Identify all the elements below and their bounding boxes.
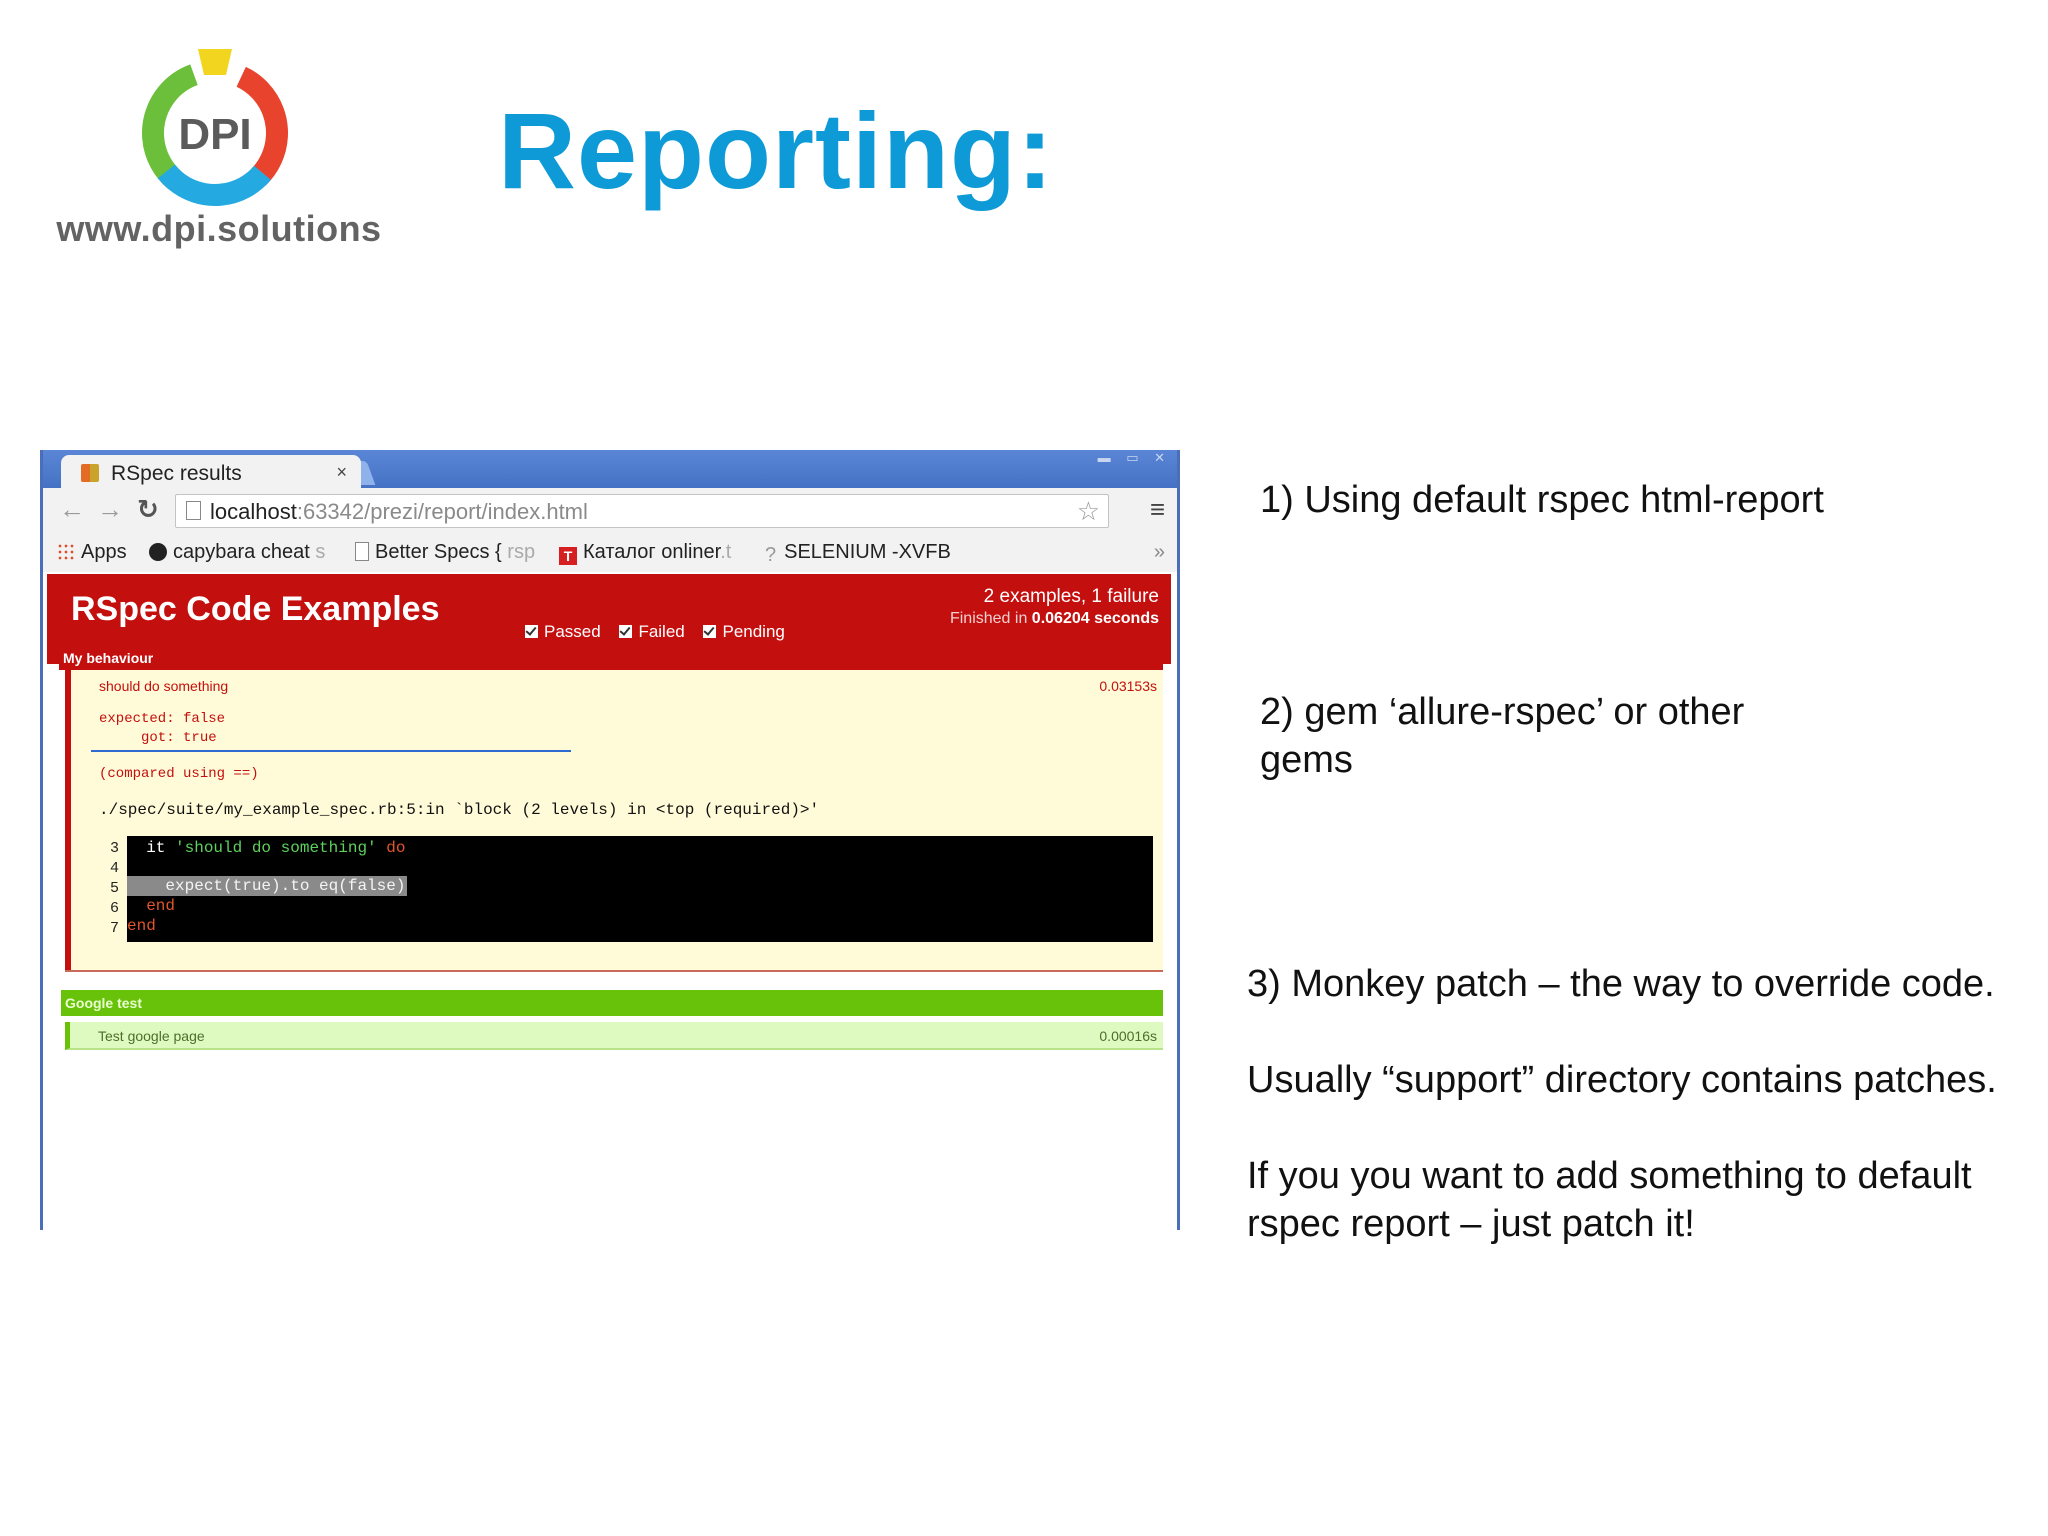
compared-using: (compared using ==) [99,766,259,782]
example-name: Test google page [98,1028,205,1044]
rspec-report: RSpec Code Examples Passed Failed Pendin… [43,572,1177,1230]
forward-arrow-icon[interactable]: → [97,494,123,525]
menu-icon[interactable]: ≡ [1150,494,1165,525]
code-line-6: end [127,897,176,915]
group-header-google-test[interactable]: Google test [61,990,1163,1016]
backtrace: ./spec/suite/my_example_spec.rb:5:in `bl… [99,801,820,819]
failed-example: should do something 0.03153s expected: f… [65,670,1163,970]
bookmark-better-specs[interactable]: Better Specs { rsp [355,541,535,564]
code-line-5-highlighted: expect(true).to eq(false) [127,876,408,896]
back-arrow-icon[interactable]: ← [59,494,85,525]
pending-checkbox[interactable] [703,625,717,638]
group-divider [65,970,1163,972]
page-icon [186,501,201,520]
note-patch-report: If you you want to add something to defa… [1247,1155,1972,1245]
example-duration: 0.00016s [1099,1028,1157,1044]
bookmarks-bar: Apps capybara cheat s Better Specs { rsp… [43,532,1177,573]
browser-titlebar: RSpec results × ▬ ▭ ✕ [43,450,1177,488]
bookmark-onliner[interactable]: T Каталог onliner.t [559,541,731,565]
address-bar[interactable]: localhost:63342/prezi/report/index.html … [175,494,1109,528]
bookmark-apps[interactable]: Apps [57,541,127,564]
logo-text: DPI [178,110,251,159]
tab-rspec-results[interactable]: RSpec results × [61,455,361,488]
rspec-favicon-icon [81,464,99,482]
code-line-7: end [127,917,156,935]
pending-filter-label: Pending [722,622,785,641]
dpi-logo: DPI [142,49,288,206]
failed-checkbox[interactable] [619,625,633,638]
logo-url: www.dpi.solutions [56,208,382,249]
group-header-my-behaviour[interactable]: My behaviour [59,646,1163,670]
note-default-report: 1) Using default rspec html-report [1260,479,1824,521]
reload-icon[interactable]: ↻ [137,494,159,525]
page-icon [355,542,369,561]
code-line-3: it 'should do something' do [127,839,406,857]
tab-title: RSpec results [111,462,242,485]
github-icon [149,543,167,561]
bookmark-selenium[interactable]: ? SELENIUM -XVFB [765,541,951,567]
example-duration: 0.03153s [1099,678,1157,694]
message-divider [91,750,571,752]
passed-example: Test google page 0.00016s [65,1022,1163,1050]
report-filters: Passed Failed Pending [511,622,785,642]
bookmark-star-icon[interactable]: ☆ [1077,496,1100,527]
url-text[interactable]: localhost:63342/prezi/report/index.html [210,499,588,525]
browser-toolbar: ← → ↻ localhost:63342/prezi/report/index… [43,488,1177,532]
report-title: RSpec Code Examples [71,590,440,628]
code-snippet: 3 4 5 6 7 it 'should do something' do ex… [110,836,1153,942]
onliner-icon: T [559,547,577,565]
bookmark-capybara[interactable]: capybara cheat s [149,541,325,564]
bookmarks-more-icon[interactable]: » [1154,541,1165,564]
examples-count: 2 examples, 1 failure [983,586,1159,607]
failed-filter-label: Failed [638,622,685,641]
finished-time: Finished in 0.06204 seconds [949,610,1159,627]
passed-filter-label: Passed [544,622,601,641]
example-name: should do something [99,678,229,694]
report-summary: 2 examples, 1 failure Finished in 0.0620… [950,586,1159,628]
note-support-directory: Usually “support” directory contains pat… [1247,1059,1997,1101]
failure-message: expected: false got: true [99,711,226,746]
note-monkey-patch: 3) Monkey patch – the way to override co… [1247,963,1995,1005]
passed-checkbox[interactable] [525,625,538,638]
window-controls[interactable]: ▬ ▭ ✕ [1098,450,1171,466]
note-allure-gem: 2) gem ‘allure-rspec’ or other gems [1260,691,1745,781]
apps-grid-icon [57,543,75,561]
snippet-line-numbers: 3 4 5 6 7 [109,840,119,937]
tab-close-icon[interactable]: × [336,462,347,483]
question-icon: ? [765,544,777,566]
slide-title: Reporting: [498,90,1054,211]
browser-window: RSpec results × ▬ ▭ ✕ ← → ↻ localhost:63… [40,450,1180,1230]
